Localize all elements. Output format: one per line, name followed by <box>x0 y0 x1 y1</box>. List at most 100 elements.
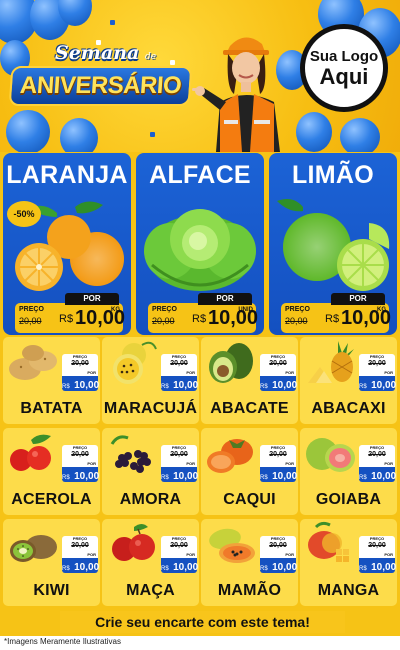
old-price: 20,00 <box>285 316 308 326</box>
currency: R$ <box>325 313 340 325</box>
product-name: GOIABA <box>315 491 382 508</box>
logo-placeholder: Sua Logo Aqui <box>300 24 388 112</box>
currency: R$ <box>62 384 70 390</box>
product-card-batata: PREÇO 20,00 POR R$ 10,00 BATATA <box>3 337 100 424</box>
featured-name: LARANJA <box>6 161 128 189</box>
currency: R$ <box>260 384 268 390</box>
pineapple-icon <box>308 341 354 383</box>
featured-card-limao: LIMÃO POR PREÇO 20,00 R$ 10,00 KG <box>269 153 397 335</box>
product-card-manga: PREÇO 20,00 POR R$ 10,00 MANGA <box>300 519 397 606</box>
product-name: ABACATE <box>210 400 289 417</box>
papaya-icon <box>209 528 255 563</box>
old-price: 20,00 <box>71 451 89 458</box>
avocado-icon <box>209 343 253 383</box>
price-value: 10,00 <box>371 471 397 482</box>
currency: R$ <box>260 475 268 481</box>
cta-banner: Crie seu encarte com este tema! <box>60 611 345 633</box>
product-card-maracuja: PREÇO 20,00 POR R$ 10,00 MARACUJÁ <box>102 337 199 424</box>
price-value: 10,00 <box>173 471 199 482</box>
price-unit: UNID <box>238 307 253 313</box>
product-card-abacaxi: PREÇO 20,00 POR R$ 10,00 ABACAXI <box>300 337 397 424</box>
product-name: MAMÃO <box>217 582 282 599</box>
product-card-mamao: PREÇO 20,00 POR R$ 10,00 MAMÃO <box>201 519 298 606</box>
product-card-amora: PREÇO 20,00 POR R$ 10,00 AMORA <box>102 428 199 515</box>
confetti-icon <box>110 20 115 25</box>
product-name: ACEROLA <box>11 491 92 508</box>
product-card-abacate: PREÇO 20,00 POR R$ 10,00 ABACATE <box>201 337 298 424</box>
featured-card-laranja: LARANJA -50% POR PREÇO 20,00 R$ 10,00 KG <box>3 153 131 335</box>
logo-text-line1: Sua Logo <box>309 47 379 65</box>
product-card-goiaba: PREÇO 20,00 POR R$ 10,00 GOIABA <box>300 428 397 515</box>
old-price: 20,00 <box>170 451 188 458</box>
passion-fruit-icon <box>113 341 157 384</box>
featured-name: ALFACE <box>149 161 251 189</box>
preco-label: PREÇO <box>19 306 44 313</box>
currency: R$ <box>260 566 268 572</box>
potato-icon <box>9 345 57 380</box>
product-name: MARACUJÁ <box>103 400 198 417</box>
balloon-icon <box>340 118 380 152</box>
discount-badge: -50% <box>7 201 41 227</box>
product-name: CAQUI <box>223 491 276 508</box>
featured-name: LIMÃO <box>291 161 375 189</box>
price-value: 10,00 <box>272 471 298 482</box>
price-value: 10,00 <box>74 471 100 482</box>
price-value: 10,00 <box>371 380 397 391</box>
featured-card-alface: ALFACE POR PREÇO 20,00 R$ 10,00 UNID <box>136 153 264 335</box>
currency: R$ <box>161 384 169 390</box>
persimmon-icon <box>207 439 253 473</box>
currency: R$ <box>359 566 367 572</box>
old-price: 20,00 <box>269 451 287 458</box>
product-name: ABACAXI <box>311 400 386 417</box>
price-value: 10,00 <box>272 562 298 573</box>
kiwi-icon <box>10 535 57 562</box>
old-price: 20,00 <box>170 360 188 367</box>
old-price: 20,00 <box>269 360 287 367</box>
acerola-icon <box>10 434 51 471</box>
price-tag: PREÇO 20,00 POR R$ 10,00 <box>260 354 298 394</box>
price-tag: PREÇO 20,00 POR R$ 10,00 <box>62 354 99 394</box>
currency: R$ <box>59 313 74 325</box>
price-value: 10,00 <box>74 562 100 573</box>
confetti-icon <box>150 132 155 137</box>
por-label: POR <box>198 293 252 305</box>
price-unit: KG <box>111 307 120 313</box>
title-aniversario: ANIVERSÁRIO <box>8 66 193 106</box>
balloon-icon <box>296 112 332 152</box>
mango-icon <box>308 521 349 562</box>
price-tag: POR PREÇO 20,00 R$ 10,00 KG <box>281 293 391 333</box>
currency: R$ <box>359 384 367 390</box>
por-label: POR <box>65 293 119 305</box>
currency: R$ <box>359 475 367 481</box>
old-price: 20,00 <box>170 542 188 549</box>
price-tag: POR PREÇO 20,00 R$ 10,00 UNID <box>148 293 258 333</box>
old-price: 20,00 <box>19 316 42 326</box>
product-card-caqui: PREÇO 20,00 POR R$ 10,00 CAQUI <box>201 428 298 515</box>
disclaimer-text: *Imagens Meramente Ilustrativas <box>4 637 121 646</box>
price-tag: PREÇO 20,00 POR R$ 10,00 <box>359 536 396 576</box>
currency: R$ <box>192 313 207 325</box>
price-tag: PREÇO 20,00 POR R$ 10,00 <box>62 445 100 485</box>
product-name: AMORA <box>119 491 182 508</box>
old-price: 20,00 <box>152 316 175 326</box>
price-tag: PREÇO 20,00 POR R$ 10,00 <box>260 445 298 485</box>
old-price: 20,00 <box>71 360 89 367</box>
product-card-maca: PREÇO 20,00 POR R$ 10,00 MAÇA <box>102 519 199 606</box>
product-name: MAÇA <box>126 582 175 599</box>
price-value: 10,00 <box>173 380 199 391</box>
old-price: 20,00 <box>368 542 386 549</box>
price-tag: PREÇO 20,00 POR R$ 10,00 <box>161 354 199 394</box>
product-name: BATATA <box>20 400 83 417</box>
price-value: 10,00 <box>272 380 298 391</box>
guava-icon <box>306 438 355 472</box>
currency: R$ <box>161 566 169 572</box>
price-tag: PREÇO 20,00 POR R$ 10,00 <box>260 536 298 576</box>
blackberry-icon <box>110 435 151 473</box>
price-tag: PREÇO 20,00 POR R$ 10,00 <box>62 536 100 576</box>
event-title: Semana de ANIVERSÁRIO <box>8 42 193 122</box>
header-banner: Semana de ANIVERSÁRIO Sua Logo Aqui <box>0 0 400 152</box>
por-label: POR <box>331 293 385 305</box>
disclaimer-bar: *Imagens Meramente Ilustrativas <box>0 636 400 650</box>
logo-text-line2: Aqui <box>319 63 369 89</box>
lettuce-icon <box>144 209 256 291</box>
